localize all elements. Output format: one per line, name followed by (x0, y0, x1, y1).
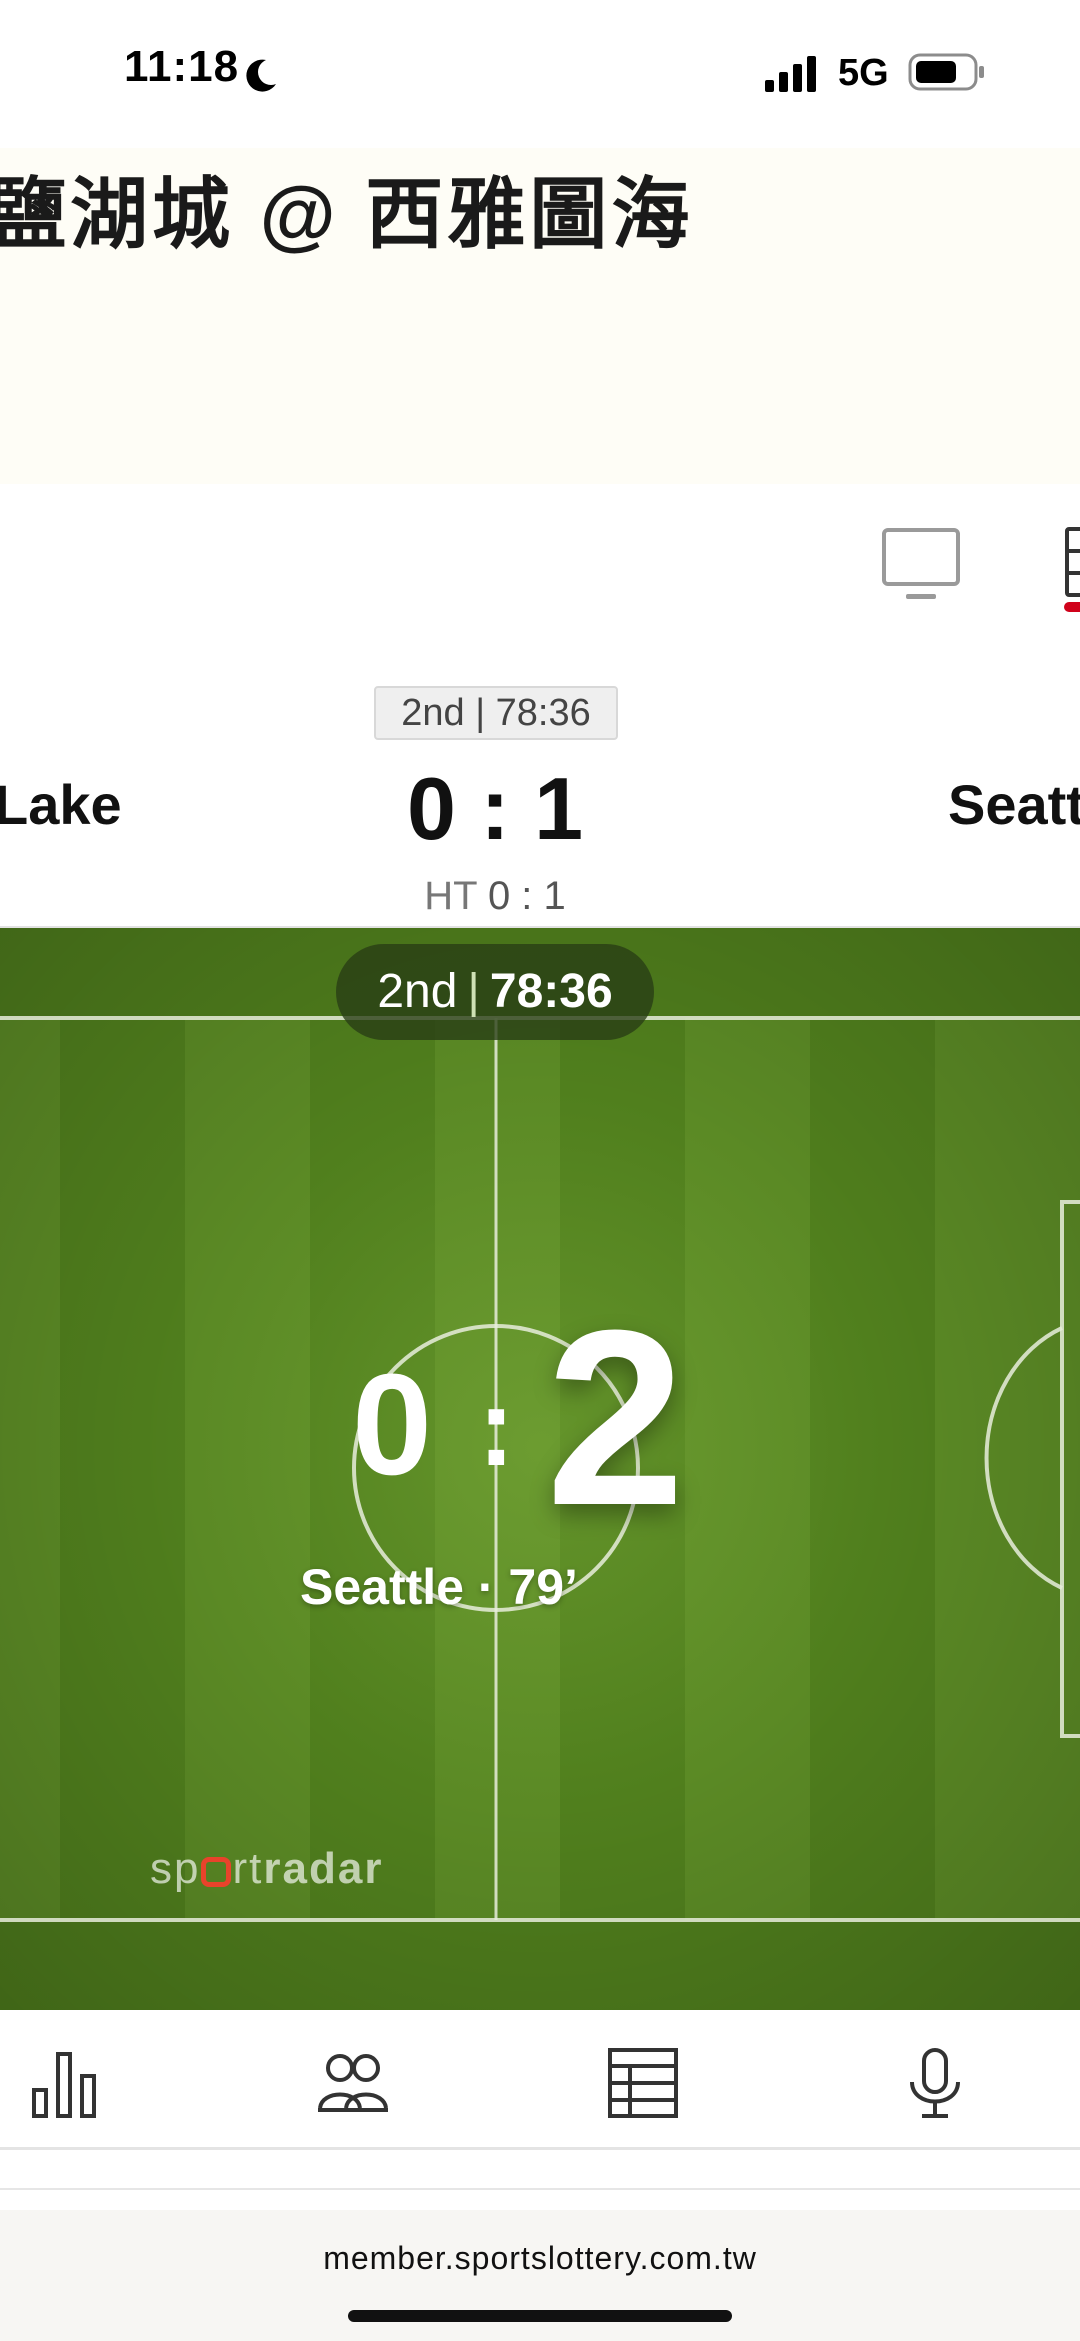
active-tab-indicator (1064, 602, 1080, 612)
goal-away-score: 2 (546, 1278, 686, 1557)
home-team-name[interactable]: Lake (0, 772, 122, 837)
ht-label: HT (424, 874, 477, 918)
match-score: 0 : 1 (406, 759, 584, 858)
goal-score-overlay: 0 : 2 (340, 1278, 740, 1557)
standings-table-icon[interactable] (606, 2046, 680, 2120)
home-indicator[interactable] (348, 2310, 732, 2322)
away-team-name[interactable]: Seatt (948, 772, 1080, 837)
clock-separator: | (467, 965, 480, 1018)
sportradar-logo: sp rtradar (150, 1844, 383, 1894)
half-time-score: HT 0 : 1 (380, 874, 610, 919)
status-bar: 11:18 5G (0, 0, 1080, 148)
match-title: 鹽湖城 @ 西雅圖海 (0, 170, 694, 258)
stats-tab-icon[interactable] (1064, 526, 1080, 606)
app-root: 11:18 5G 鹽湖城 @ 西雅圖海 2nd | 78:36 Lake 0:… (0, 0, 1080, 2341)
tv-icon[interactable] (880, 526, 962, 602)
network-type: 5G (838, 52, 889, 94)
cellular-signal-icon (765, 56, 816, 92)
logo-mid: rt (232, 1844, 264, 1893)
widget-tab-bar (0, 2010, 1080, 2150)
browser-address-bar[interactable]: member.sportslottery.com.tw (0, 2210, 1080, 2341)
goal-home-score: 0 (352, 1344, 433, 1505)
battery-icon (908, 53, 984, 91)
logo-mark (201, 1857, 232, 1887)
url-text[interactable]: member.sportslottery.com.tw (0, 2240, 1080, 2277)
match-tracker-pitch[interactable]: 2nd | 78:36 0 : 2 Seattle · 79’ sp rtradar (0, 928, 1080, 2010)
moon-icon (246, 59, 276, 92)
pitch-clock: 2nd | 78:36 (336, 944, 654, 1040)
ht-score-value: 0 : 1 (487, 874, 566, 918)
pitch-time: 78:36 (489, 965, 613, 1018)
goal-event-info: Seattle · 79’ (300, 1559, 578, 1615)
content-divider (0, 2150, 1080, 2190)
bar-chart-icon[interactable] (30, 2046, 104, 2120)
status-time: 11:18 (124, 42, 240, 91)
logo-bold: radar (263, 1844, 384, 1893)
lineups-icon[interactable] (316, 2046, 390, 2120)
scoreboard: 2nd | 78:36 Lake 0 : 1 Seatt HT 0 : 1 (0, 646, 1080, 928)
logo-prefix: sp (150, 1844, 201, 1893)
pitch-period: 2nd (377, 965, 458, 1018)
microphone-icon[interactable] (898, 2046, 972, 2120)
match-header: 鹽湖城 @ 西雅圖海 (0, 148, 1080, 484)
view-toolbar (0, 484, 1080, 646)
goal-score-colon: : (478, 1366, 515, 1489)
period-badge: 2nd | 78:36 (374, 686, 618, 740)
